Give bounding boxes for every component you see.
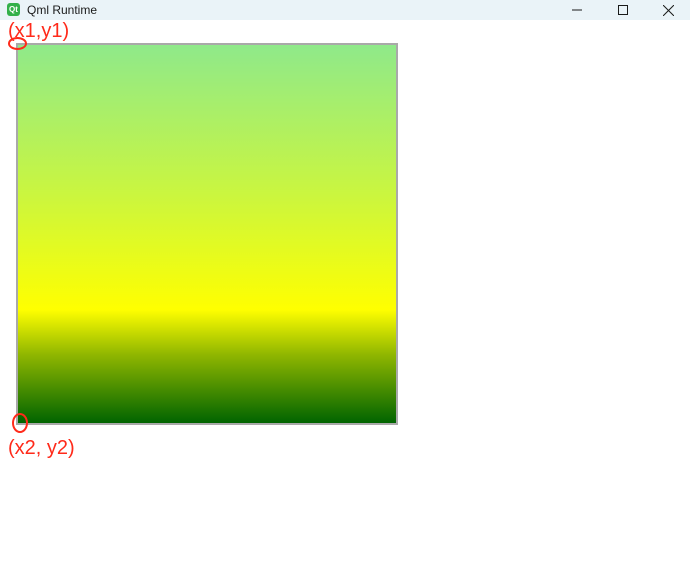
end-point-marker xyxy=(12,413,28,433)
end-point-label: (x2, y2) xyxy=(8,437,75,459)
gradient-rectangle xyxy=(16,43,398,425)
close-button[interactable] xyxy=(645,0,690,20)
title-bar[interactable]: Qt Qml Runtime xyxy=(0,0,690,20)
qml-runtime-window: Qt Qml Runtime (x1,y1) (x2, y2) xyxy=(0,0,690,561)
qml-content-area: (x1,y1) (x2, y2) xyxy=(0,20,690,561)
minimize-button[interactable] xyxy=(554,0,600,20)
close-icon xyxy=(662,4,674,16)
maximize-button[interactable] xyxy=(600,0,646,20)
maximize-icon xyxy=(618,5,628,15)
minimize-icon xyxy=(572,9,582,11)
qt-app-icon: Qt xyxy=(7,3,20,16)
start-point-marker xyxy=(8,37,27,50)
window-title: Qml Runtime xyxy=(27,3,98,17)
